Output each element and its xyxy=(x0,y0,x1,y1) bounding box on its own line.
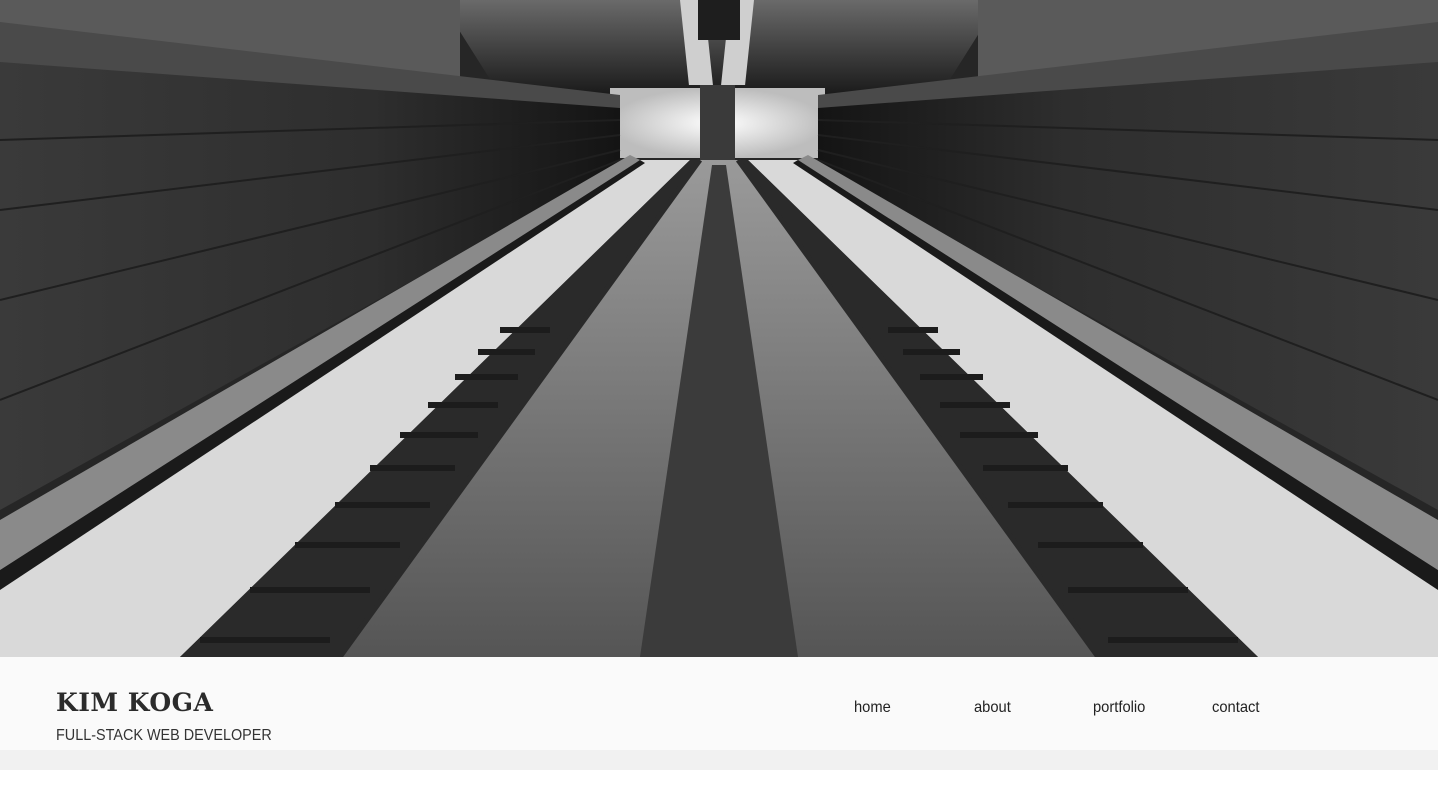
nav-link-portfolio[interactable]: portfolio xyxy=(1093,700,1145,716)
hero-image xyxy=(0,0,1438,657)
site-header: KIM KOGA FULL-STACK WEB DEVELOPER home a… xyxy=(0,657,1438,750)
content-area xyxy=(0,770,1438,791)
nav-link-home[interactable]: home xyxy=(854,700,891,716)
main-nav: home about portfolio contact xyxy=(0,700,1438,720)
nav-link-about[interactable]: about xyxy=(974,700,1011,716)
section-divider xyxy=(0,750,1438,770)
railway-tunnel-photo xyxy=(0,0,1438,657)
nav-link-contact[interactable]: contact xyxy=(1212,700,1259,716)
brand-tagline: FULL-STACK WEB DEVELOPER xyxy=(56,727,272,744)
